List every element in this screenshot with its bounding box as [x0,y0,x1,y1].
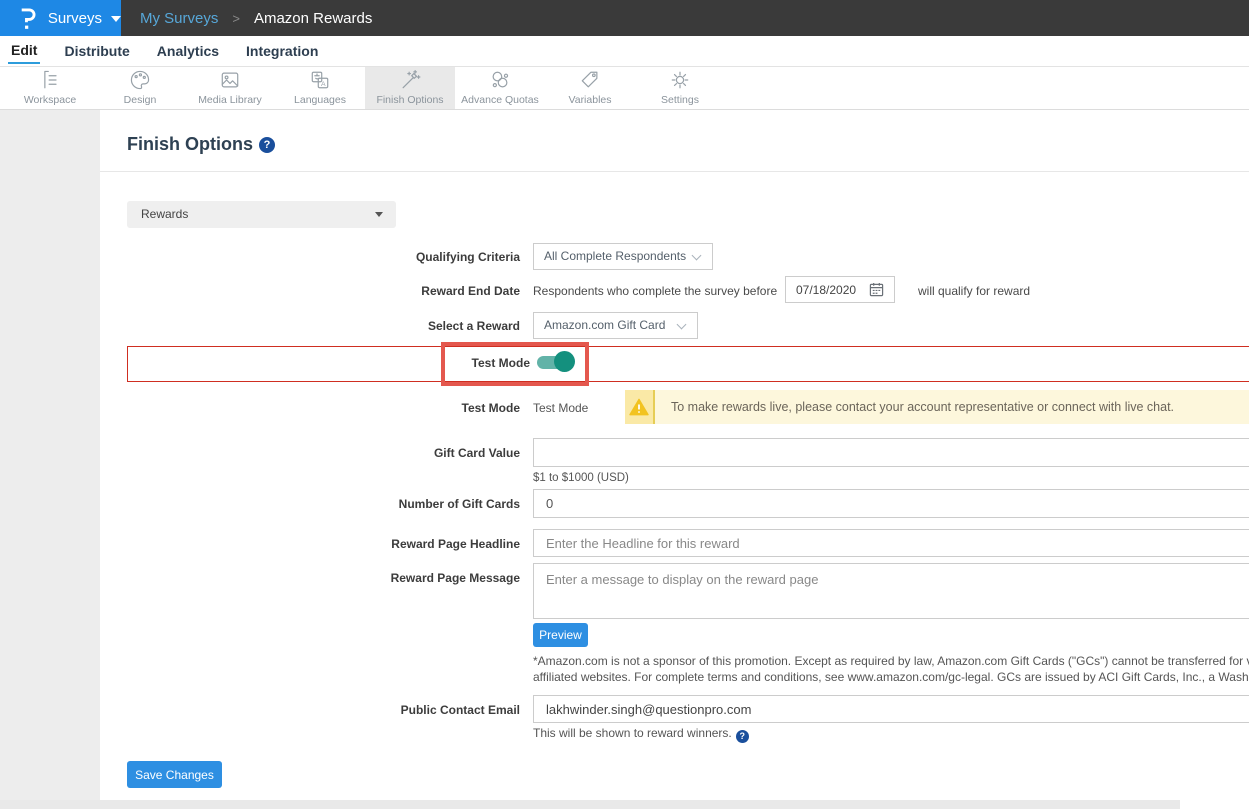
disclaimer-line-2: affiliated websites. For complete terms … [533,669,1249,685]
translate-icon: A [308,70,332,92]
number-of-gift-cards-input[interactable] [533,489,1249,518]
tab-analytics[interactable]: Analytics [154,39,222,63]
test-mode-status-label: Test Mode [127,401,520,415]
image-icon [218,70,242,92]
amazon-disclaimer: *Amazon.com is not a sponsor of this pro… [533,653,1249,685]
warning-message: To make rewards live, please contact you… [655,400,1174,414]
reward-page-message-textarea[interactable] [533,563,1249,619]
reward-end-date-label: Reward End Date [127,284,520,298]
chevron-down-icon [692,251,702,261]
test-mode-status-value: Test Mode [533,401,588,415]
tab-integration[interactable]: Integration [243,39,321,63]
disclaimer-line-1: *Amazon.com is not a sponsor of this pro… [533,653,1249,669]
caret-down-icon [375,212,383,217]
svg-text:A: A [321,81,326,88]
tab-distribute[interactable]: Distribute [61,39,132,63]
palette-icon [128,70,152,92]
test-mode-toggle-label: Test Mode [127,356,530,370]
gear-icon [668,70,692,92]
divider [100,171,1249,172]
product-menu-label: Surveys [48,10,102,27]
chevron-down-icon [111,16,121,22]
chevron-down-icon [677,320,687,330]
qualifying-criteria-value: All Complete Respondents [544,249,686,263]
select-reward-label: Select a Reward [127,319,520,333]
toolbar-item-label: Advance Quotas [461,94,539,106]
help-icon[interactable]: ? [736,730,749,743]
main-nav-tabs: Edit Distribute Analytics Integration [0,36,1249,67]
toolbar-item-variables[interactable]: Variables [545,67,635,109]
page-title: Finish Options? [127,134,275,155]
calendar-icon[interactable] [869,282,884,302]
gift-card-value-input[interactable] [533,438,1249,467]
public-contact-email-helper: This will be shown to reward winners.? [533,726,749,743]
horizontal-scrollbar[interactable] [0,800,1180,809]
gift-card-value-label: Gift Card Value [127,446,520,460]
toolbar-item-label: Design [124,94,157,106]
toolbar-item-advance-quotas[interactable]: Advance Quotas [455,67,545,109]
app-window: Surveys My Surveys > Amazon Rewards Edit… [0,0,1249,809]
reward-end-date-prefix: Respondents who complete the survey befo… [533,284,777,298]
test-mode-toggle-knob[interactable] [554,351,575,372]
save-changes-button[interactable]: Save Changes [127,761,222,788]
preview-button[interactable]: Preview [533,623,588,647]
toolbar-item-label: Finish Options [376,94,443,106]
number-of-gift-cards-label: Number of Gift Cards [127,497,520,511]
public-contact-email-helper-text: This will be shown to reward winners. [533,726,732,740]
breadcrumb: My Surveys > Amazon Rewards [140,0,372,36]
product-menu[interactable]: Surveys [0,0,121,36]
qualifying-criteria-label: Qualifying Criteria [127,250,520,264]
reward-page-message-label: Reward Page Message [127,571,520,585]
finish-option-type-dropdown[interactable]: Rewards [127,201,396,228]
tab-edit[interactable]: Edit [8,38,40,64]
breadcrumb-separator: > [232,11,240,26]
magic-wand-icon [398,70,422,92]
toolbar-item-label: Variables [569,94,612,106]
warning-icon-block [625,390,655,424]
reward-page-headline-input[interactable] [533,529,1249,557]
top-bar: Surveys My Surveys > Amazon Rewards [0,0,1249,36]
select-reward-select[interactable]: Amazon.com Gift Card [533,312,698,339]
select-reward-value: Amazon.com Gift Card [544,318,665,332]
help-icon[interactable]: ? [259,137,275,153]
breadcrumb-current: Amazon Rewards [254,10,372,27]
reward-end-date-suffix: will qualify for reward [918,284,1030,298]
warning-banner: To make rewards live, please contact you… [625,390,1249,424]
toolbar-item-design[interactable]: Design [95,67,185,109]
breadcrumb-parent-link[interactable]: My Surveys [140,10,218,27]
toolbar-item-media-library[interactable]: Media Library [185,67,275,109]
toolbar-item-languages[interactable]: A Languages [275,67,365,109]
toolbar-item-settings[interactable]: Settings [635,67,725,109]
toolbar-item-workspace[interactable]: Workspace [5,67,95,109]
page-title-text: Finish Options [127,134,253,154]
left-rail [0,110,100,800]
qualifying-criteria-select[interactable]: All Complete Respondents [533,243,713,270]
chain-links-icon [488,70,512,92]
toolbar-item-label: Workspace [24,94,76,106]
warning-triangle-icon [629,398,649,416]
workspace-icon [38,70,62,92]
finish-option-type-value: Rewards [141,207,188,221]
reward-page-headline-label: Reward Page Headline [127,537,520,551]
toolbar-item-finish-options[interactable]: Finish Options [365,67,455,109]
toolbar-item-label: Media Library [198,94,262,106]
public-contact-email-label: Public Contact Email [127,703,520,717]
public-contact-email-input[interactable] [533,695,1249,723]
gift-card-value-helper: $1 to $1000 (USD) [533,472,629,484]
toolbar-item-label: Settings [661,94,699,106]
tag-icon [578,70,602,92]
edit-toolbar: Workspace Design Media Library A Languag… [0,67,1249,110]
toolbar-item-label: Languages [294,94,346,106]
questionpro-logo [16,5,39,31]
